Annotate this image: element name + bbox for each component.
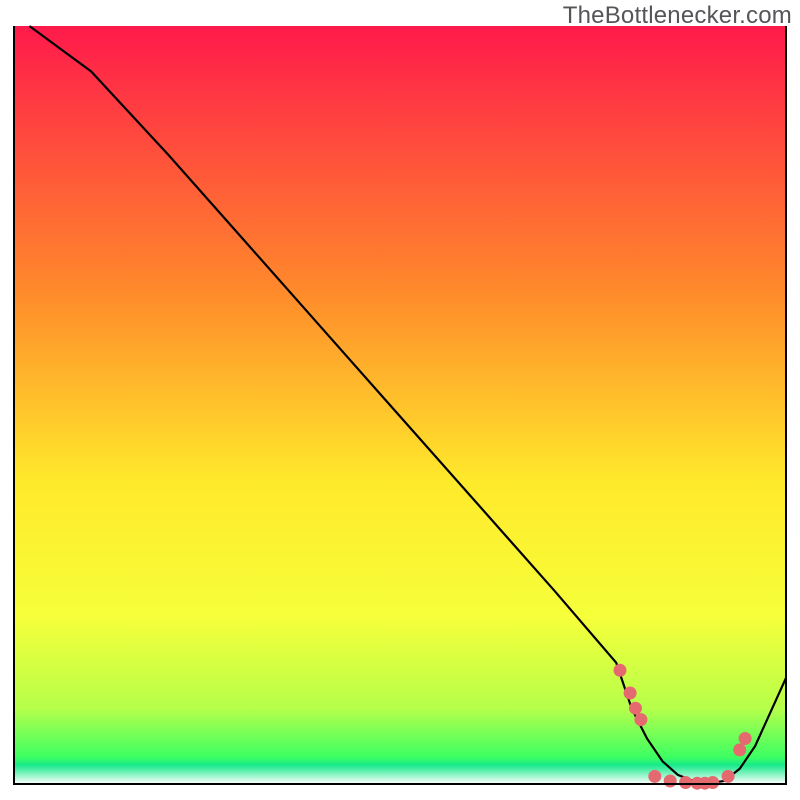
- marker-dot: [739, 732, 752, 745]
- marker-dot: [629, 702, 642, 715]
- chart-svg: [0, 0, 800, 800]
- marker-dot: [733, 743, 746, 756]
- marker-dot: [624, 687, 637, 700]
- marker-dot: [679, 776, 692, 789]
- plot-background: [14, 26, 786, 784]
- chart-canvas: TheBottlenecker.com: [0, 0, 800, 800]
- marker-dot: [722, 770, 735, 783]
- marker-dot: [706, 776, 719, 789]
- marker-dot: [634, 713, 647, 726]
- marker-dot: [614, 664, 627, 677]
- marker-dot: [648, 770, 661, 783]
- watermark-text: TheBottlenecker.com: [563, 2, 792, 30]
- marker-dot: [664, 775, 677, 788]
